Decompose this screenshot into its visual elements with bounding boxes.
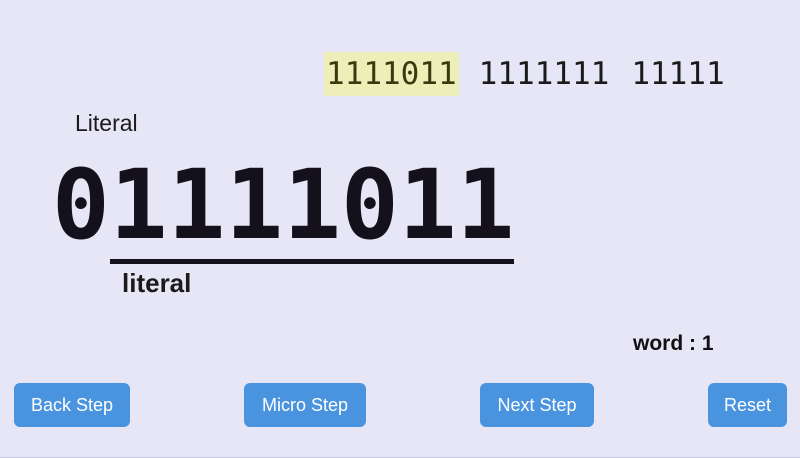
decoded-word: 01111011 <box>52 149 515 264</box>
back-step-button[interactable]: Back Step <box>14 383 130 427</box>
stream-word: 11111 <box>631 56 725 92</box>
micro-step-button[interactable]: Micro Step <box>244 383 366 427</box>
word-counter: word : 1 <box>633 332 714 355</box>
flag-bit: 0 <box>52 149 110 261</box>
payload-bits: 1111011 <box>109 149 515 264</box>
payload-label: literal <box>122 268 192 298</box>
stream-word-current: 1111011 <box>324 52 459 96</box>
stream-word: 1111111 <box>478 56 610 92</box>
next-step-button[interactable]: Next Step <box>480 383 594 427</box>
reset-button[interactable]: Reset <box>708 383 787 427</box>
bit-stream: 1111011 1111111 11111 <box>324 52 748 96</box>
mode-label: Literal <box>75 110 138 136</box>
